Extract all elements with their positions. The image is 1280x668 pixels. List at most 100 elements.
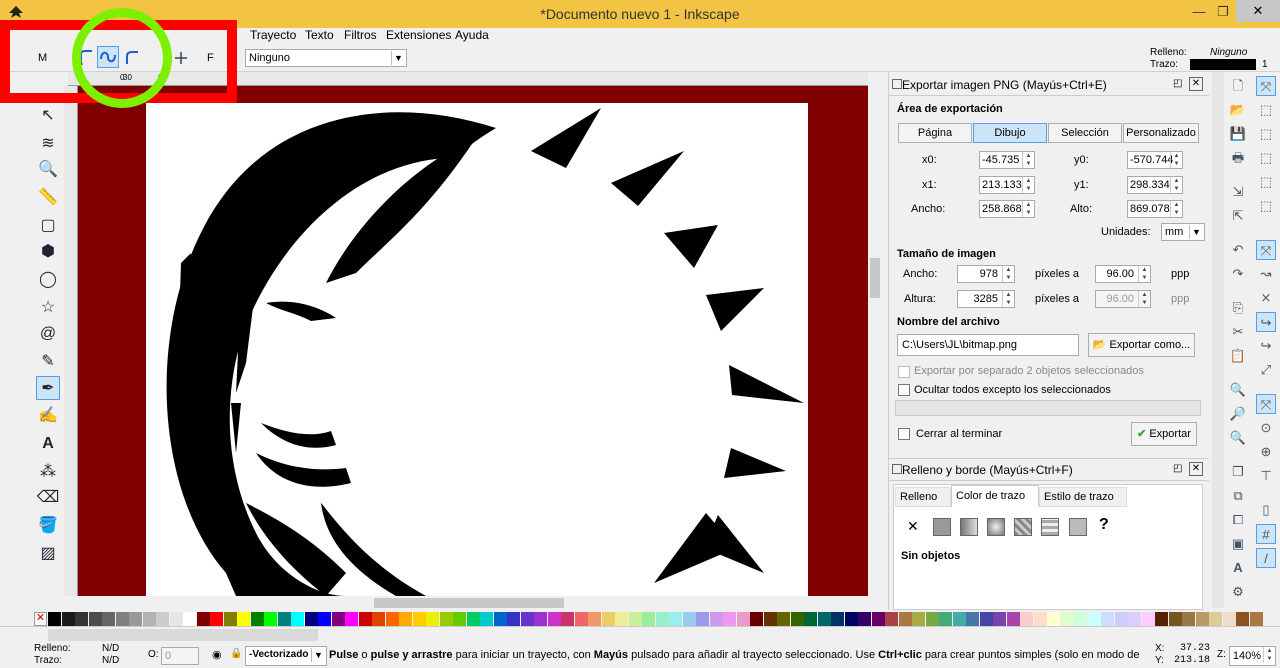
menu-texto[interactable]: Texto	[305, 28, 334, 42]
px-height-field[interactable]: 3285 ▲ ▼	[957, 290, 1015, 308]
vertical-scrollbar[interactable]	[868, 72, 884, 596]
px-width-field[interactable]: 978 ▲ ▼	[957, 265, 1015, 283]
batch-export-checkbox[interactable]	[898, 366, 910, 378]
snap-page-border-icon[interactable]: ▯	[1256, 500, 1276, 520]
maximize-button[interactable]: ❐	[1212, 4, 1234, 22]
color-swatch[interactable]	[358, 612, 372, 626]
color-swatch[interactable]	[372, 612, 385, 626]
redo-icon[interactable]: ↷	[1228, 264, 1248, 284]
color-swatch[interactable]	[912, 612, 925, 626]
ellipse-tool-icon[interactable]: ◯	[36, 268, 60, 292]
color-swatch[interactable]	[318, 612, 331, 626]
color-swatch[interactable]	[561, 612, 574, 626]
color-swatch[interactable]	[345, 612, 358, 626]
color-swatch[interactable]	[142, 612, 156, 626]
no-color-icon[interactable]: ✕	[34, 612, 47, 626]
area-custom-button[interactable]: Personalizado	[1123, 123, 1199, 143]
color-swatch[interactable]	[804, 612, 817, 626]
save-icon[interactable]: 💾	[1228, 124, 1248, 144]
area-drawing-button[interactable]: Dibujo	[973, 123, 1047, 143]
color-swatch[interactable]	[277, 612, 291, 626]
tab-stroke-style[interactable]: Estilo de trazo	[1039, 487, 1127, 507]
close-icon[interactable]: ✕	[1189, 462, 1203, 476]
color-swatch[interactable]	[534, 612, 547, 626]
menu-extensiones[interactable]: Extensiones	[386, 28, 451, 42]
zoom-selection-icon[interactable]: 🔍	[1228, 380, 1248, 400]
group-icon[interactable]: ▣	[1228, 534, 1248, 554]
copy-icon[interactable]: ⎘	[1228, 298, 1248, 318]
filename-field[interactable]: C:\Users\JL\bitmap.png	[897, 334, 1079, 356]
undo-icon[interactable]: ↶	[1228, 240, 1248, 260]
color-swatch[interactable]	[250, 612, 264, 626]
horizontal-scrollbar[interactable]	[78, 596, 868, 610]
layer-select[interactable]: -Vectorizado ▼	[245, 646, 327, 666]
color-swatch[interactable]	[1195, 612, 1209, 626]
minimize-button[interactable]: —	[1188, 4, 1210, 22]
color-swatch[interactable]	[1074, 612, 1087, 626]
dock-scrollbar[interactable]	[1212, 72, 1224, 608]
color-swatch[interactable]	[736, 612, 750, 626]
color-swatch[interactable]	[655, 612, 669, 626]
color-swatch[interactable]	[385, 612, 399, 626]
menu-trayecto[interactable]: Trayecto	[250, 28, 296, 42]
snap-center-icon[interactable]: ⊙	[1256, 418, 1276, 438]
rectangle-tool-icon[interactable]: ▢	[36, 214, 60, 238]
area-selection-button[interactable]: Selección	[1048, 123, 1122, 143]
flat-color-icon[interactable]	[933, 518, 951, 536]
color-swatch[interactable]	[952, 612, 966, 626]
color-swatch[interactable]	[1060, 612, 1074, 626]
color-swatch[interactable]	[291, 612, 304, 626]
no-paint-icon[interactable]: ✕	[907, 518, 919, 535]
snap-nodes-icon[interactable]: ⤧	[1256, 240, 1276, 260]
star-tool-icon[interactable]: ☆	[36, 296, 60, 320]
color-swatch[interactable]	[210, 612, 223, 626]
export-icon[interactable]: ⇱	[1228, 206, 1248, 226]
color-swatch[interactable]	[48, 612, 61, 626]
color-swatch[interactable]	[426, 612, 439, 626]
shape-select[interactable]: Ninguno ▼	[245, 49, 407, 67]
close-button[interactable]: ✕	[1236, 0, 1280, 22]
color-swatch[interactable]	[507, 612, 520, 626]
color-swatch[interactable]	[183, 612, 196, 626]
print-icon[interactable]: 🖶	[1228, 148, 1248, 168]
color-swatch[interactable]	[574, 612, 588, 626]
duplicate-icon[interactable]: ❐	[1228, 462, 1248, 482]
calligraphy-tool-icon[interactable]: ✍	[36, 404, 60, 428]
page[interactable]	[146, 103, 808, 596]
color-swatch[interactable]	[1101, 612, 1114, 626]
opacity-field[interactable]: 0	[161, 647, 199, 665]
cut-icon[interactable]: ✂	[1228, 322, 1248, 342]
clone-icon[interactable]: ⧉	[1228, 486, 1248, 506]
close-when-done-checkbox[interactable]	[898, 428, 910, 440]
color-swatch[interactable]	[331, 612, 345, 626]
color-swatch[interactable]	[615, 612, 628, 626]
eye-icon[interactable]: ◉	[212, 648, 222, 661]
color-swatch[interactable]	[102, 612, 115, 626]
pen-tool-icon[interactable]: ✒	[36, 376, 60, 400]
3d-box-tool-icon[interactable]: ⬢	[36, 240, 60, 264]
snap-smooth-icon[interactable]: ↪	[1256, 336, 1276, 356]
x1-field[interactable]: 213.133 ▲ ▼	[979, 176, 1035, 194]
stroke-indicator-swatch[interactable]	[1190, 59, 1256, 70]
export-as-button[interactable]: 📂 Exportar como...	[1088, 333, 1195, 357]
x0-field[interactable]: -45.735 ▲ ▼	[979, 151, 1035, 169]
color-swatch[interactable]	[1155, 612, 1168, 626]
spiral-tool-icon[interactable]: @	[36, 322, 60, 346]
color-swatch[interactable]	[493, 612, 507, 626]
y1-field[interactable]: 298.334 ▲ ▼	[1127, 176, 1183, 194]
height-field[interactable]: 869.078 ▲ ▼	[1127, 200, 1183, 218]
color-swatch[interactable]	[898, 612, 912, 626]
color-swatch[interactable]	[642, 612, 655, 626]
node-tool-icon[interactable]: ↖	[36, 104, 60, 128]
color-swatch[interactable]	[1182, 612, 1195, 626]
color-swatch[interactable]	[1209, 612, 1222, 626]
export-button[interactable]: ✔ Exportar	[1131, 422, 1197, 446]
open-icon[interactable]: 📂	[1228, 100, 1248, 120]
snap-intersection-icon[interactable]: ⨯	[1256, 288, 1276, 308]
color-swatch[interactable]	[223, 612, 237, 626]
color-swatch[interactable]	[129, 612, 142, 626]
color-swatch[interactable]	[588, 612, 601, 626]
text-font-icon[interactable]: A	[1228, 558, 1248, 578]
menu-filtros[interactable]: Filtros	[344, 28, 377, 42]
color-swatch[interactable]	[858, 612, 871, 626]
